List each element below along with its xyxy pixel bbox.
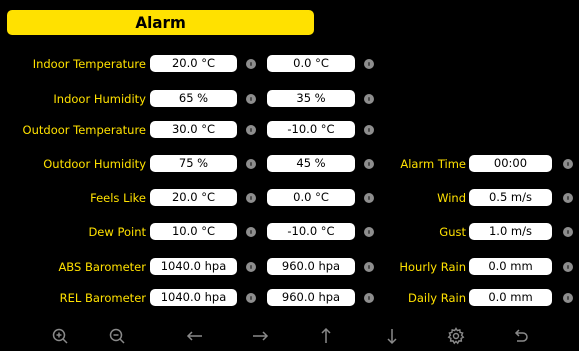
bottom-toolbar xyxy=(0,322,579,351)
low-alarm-field[interactable]: 960.0 hpa xyxy=(267,258,355,275)
back-icon[interactable] xyxy=(507,322,535,350)
toggle-icon[interactable] xyxy=(364,227,374,237)
arrow-down-icon[interactable] xyxy=(378,322,406,350)
low-alarm-field[interactable]: -10.0 °C xyxy=(267,121,355,138)
row-label: Outdoor Humidity xyxy=(43,157,146,171)
toggle-icon[interactable] xyxy=(364,94,374,104)
gust-alarm-field[interactable]: 1.0 m/s xyxy=(469,223,552,240)
alarm-row-dew-point: Dew Point 10.0 °C -10.0 °C Gust 1.0 m/s xyxy=(0,223,579,241)
toggle-icon[interactable] xyxy=(246,193,256,203)
toggle-icon[interactable] xyxy=(563,159,573,169)
toggle-icon[interactable] xyxy=(563,293,573,303)
alarm-row-rel-barometer: REL Barometer 1040.0 hpa 960.0 hpa Daily… xyxy=(0,289,579,307)
zoom-in-icon[interactable] xyxy=(46,322,74,350)
toggle-icon[interactable] xyxy=(246,159,256,169)
row-label: REL Barometer xyxy=(59,291,146,305)
alarm-row-indoor-temperature: Indoor Temperature 20.0 °C 0.0 °C xyxy=(0,55,579,73)
alarm-row-outdoor-temperature: Outdoor Temperature 30.0 °C -10.0 °C xyxy=(0,121,579,139)
low-alarm-field[interactable]: 45 % xyxy=(267,155,355,172)
hourly-rain-alarm-field[interactable]: 0.0 mm xyxy=(469,258,552,275)
page-title-bar: Alarm xyxy=(7,10,314,35)
row-label: Indoor Temperature xyxy=(32,57,146,71)
arrow-left-icon[interactable] xyxy=(181,322,209,350)
low-alarm-field[interactable]: -10.0 °C xyxy=(267,223,355,240)
low-alarm-field[interactable]: 0.0 °C xyxy=(267,55,355,72)
row-label: Hourly Rain xyxy=(399,260,466,274)
toggle-icon[interactable] xyxy=(246,293,256,303)
alarm-row-outdoor-humidity: Outdoor Humidity 75 % 45 % Alarm Time 00… xyxy=(0,155,579,173)
row-label: Gust xyxy=(439,225,466,239)
alarm-row-feels-like: Feels Like 20.0 °C 0.0 °C Wind 0.5 m/s xyxy=(0,189,579,207)
toggle-icon[interactable] xyxy=(364,293,374,303)
row-label: Indoor Humidity xyxy=(53,92,146,106)
high-alarm-field[interactable]: 20.0 °C xyxy=(150,189,237,206)
high-alarm-field[interactable]: 65 % xyxy=(150,90,237,107)
alarm-row-abs-barometer: ABS Barometer 1040.0 hpa 960.0 hpa Hourl… xyxy=(0,258,579,276)
high-alarm-field[interactable]: 1040.0 hpa xyxy=(150,258,237,275)
toggle-icon[interactable] xyxy=(364,59,374,69)
toggle-icon[interactable] xyxy=(246,59,256,69)
toggle-icon[interactable] xyxy=(246,94,256,104)
row-label: ABS Barometer xyxy=(58,260,146,274)
low-alarm-field[interactable]: 35 % xyxy=(267,90,355,107)
toggle-icon[interactable] xyxy=(364,193,374,203)
toggle-icon[interactable] xyxy=(246,125,256,135)
arrow-right-icon[interactable] xyxy=(246,322,274,350)
alarm-row-indoor-humidity: Indoor Humidity 65 % 35 % xyxy=(0,90,579,108)
page-title: Alarm xyxy=(135,13,186,32)
row-label: Dew Point xyxy=(88,225,146,239)
row-label: Wind xyxy=(437,191,466,205)
toggle-icon[interactable] xyxy=(364,125,374,135)
row-label: Alarm Time xyxy=(400,157,466,171)
row-label: Daily Rain xyxy=(407,291,466,305)
low-alarm-field[interactable]: 0.0 °C xyxy=(267,189,355,206)
zoom-out-icon[interactable] xyxy=(103,322,131,350)
high-alarm-field[interactable]: 1040.0 hpa xyxy=(150,289,237,306)
toggle-icon[interactable] xyxy=(563,262,573,272)
wind-alarm-field[interactable]: 0.5 m/s xyxy=(469,189,552,206)
toggle-icon[interactable] xyxy=(364,262,374,272)
high-alarm-field[interactable]: 10.0 °C xyxy=(150,223,237,240)
gear-icon[interactable] xyxy=(442,322,470,350)
high-alarm-field[interactable]: 75 % xyxy=(150,155,237,172)
low-alarm-field[interactable]: 960.0 hpa xyxy=(267,289,355,306)
row-label: Feels Like xyxy=(90,191,146,205)
toggle-icon[interactable] xyxy=(246,262,256,272)
arrow-up-icon[interactable] xyxy=(312,322,340,350)
toggle-icon[interactable] xyxy=(563,227,573,237)
toggle-icon[interactable] xyxy=(364,159,374,169)
high-alarm-field[interactable]: 30.0 °C xyxy=(150,121,237,138)
alarm-time-field[interactable]: 00:00 xyxy=(469,155,552,172)
toggle-icon[interactable] xyxy=(246,227,256,237)
row-label: Outdoor Temperature xyxy=(22,123,146,137)
daily-rain-alarm-field[interactable]: 0.0 mm xyxy=(469,289,552,306)
toggle-icon[interactable] xyxy=(563,193,573,203)
high-alarm-field[interactable]: 20.0 °C xyxy=(150,55,237,72)
